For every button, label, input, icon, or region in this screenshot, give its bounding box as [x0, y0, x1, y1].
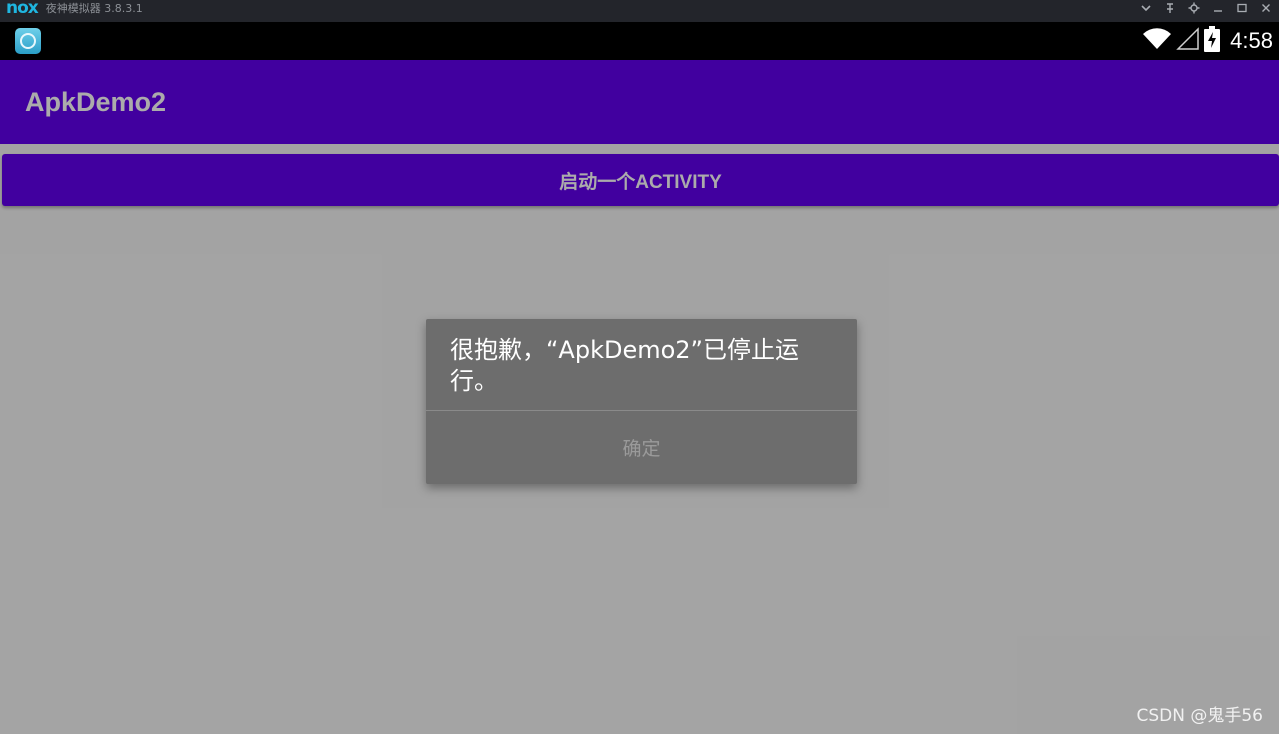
app-stopped-dialog: 很抱歉，“ApkDemo2”已停止运行。 确定	[426, 319, 857, 484]
emulator-title: 夜神模拟器 3.8.3.1	[45, 2, 143, 15]
status-clock: 4:58	[1230, 28, 1273, 53]
chevron-down-icon[interactable]	[1139, 1, 1153, 15]
gear-icon[interactable]	[1187, 1, 1201, 15]
emulator-titlebar: nox 夜神模拟器 3.8.3.1	[0, 0, 1279, 22]
window-controls	[1139, 0, 1273, 22]
minimize-icon[interactable]	[1211, 1, 1225, 15]
signal-icon	[1176, 27, 1200, 55]
battery-charging-icon	[1204, 26, 1221, 56]
dialog-ok-button[interactable]: 确定	[426, 411, 857, 484]
wifi-icon	[1142, 27, 1172, 55]
close-icon[interactable]	[1259, 1, 1273, 15]
nox-logo: nox	[6, 0, 39, 18]
status-icons: 4:58	[1142, 22, 1273, 60]
dialog-message: 很抱歉，“ApkDemo2”已停止运行。	[450, 336, 799, 395]
android-statusbar: 4:58	[0, 22, 1279, 60]
maximize-icon[interactable]	[1235, 1, 1249, 15]
pin-icon[interactable]	[1163, 1, 1177, 15]
watermark: CSDN @鬼手56	[1136, 706, 1263, 726]
nox-app-icon	[15, 28, 41, 54]
